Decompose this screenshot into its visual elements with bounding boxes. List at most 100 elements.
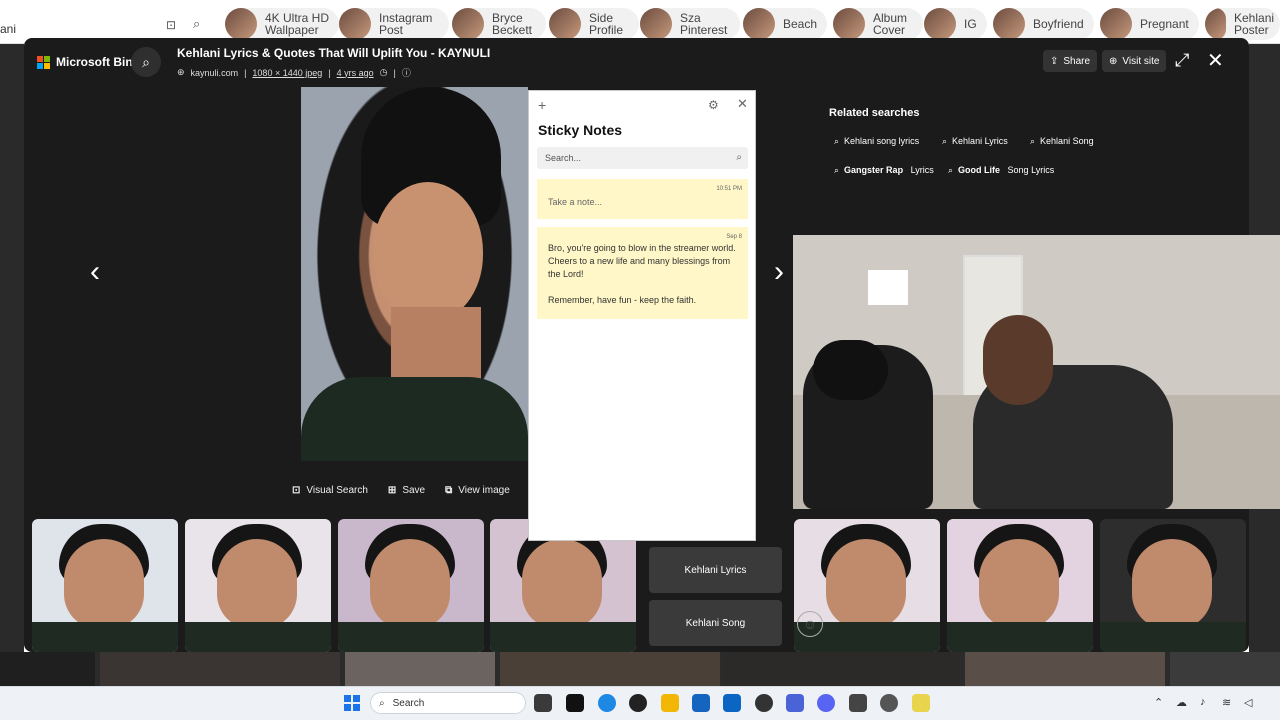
fullscreen-icon[interactable]: ⤢ [1175,50,1189,71]
close-icon[interactable]: ✕ [737,96,748,112]
volume-icon[interactable]: ◁ [1244,696,1252,709]
app-z-icon[interactable] [849,694,867,712]
visual-search-label: Visual Search [306,485,368,496]
related-search-bold: Gangster Rap [844,165,904,175]
note-date: 10:51 PM [716,186,742,192]
sticky-notes-icon[interactable] [912,694,930,712]
windows-start-icon[interactable] [344,695,360,711]
note-text: Remember, have fun - keep the faith. [548,295,697,305]
note-card[interactable]: Sep 8 Bro, you're going to blow in the s… [537,227,748,319]
visit-site-button[interactable]: ⊕ Visit site [1102,50,1167,72]
related-search-item[interactable]: ⌕ Kehlani song lyrics [828,130,925,152]
category-chip[interactable]: IG [924,8,987,40]
cloud-icon[interactable]: ☁ [1176,696,1187,709]
app-g-icon[interactable] [629,694,647,712]
previous-arrow-icon[interactable]: ‹ [90,255,100,289]
bing-logo[interactable]: Microsoft Bing [37,55,140,69]
note-text: Take a note... [548,197,603,207]
globe-icon: ⊕ [1109,55,1118,67]
chip-label: Instagram Post [379,11,433,37]
share-label: Share [1063,55,1091,67]
taskbar-search[interactable]: ⌕ Search [370,692,526,714]
category-chip[interactable]: Kehlani Poster [1205,8,1280,40]
sticky-notes-window: + ⚙ ✕ Sticky Notes Search... ⌕ 10:51 PM … [528,90,756,541]
search-icon: ⌕ [142,53,150,70]
related-search-label: Song Lyrics [1005,165,1055,175]
note-text: Bro, you're going to blow in the streame… [548,243,736,279]
viewer-search-button[interactable]: ⌕ [131,47,161,77]
chip-label: 4K Ultra HD Wallpaper [265,11,330,37]
outlook-icon[interactable] [723,694,741,712]
related-tag-thumbnail[interactable]: Kehlani Song [649,600,782,646]
category-chip[interactable]: Beach [743,8,828,40]
microphone-icon[interactable]: ♪ [1200,696,1206,708]
background-page-left [0,44,24,652]
chip-thumbnail [452,8,484,40]
related-search-item[interactable]: ⌕ Kehlani Lyrics [936,130,1014,152]
gear-icon[interactable]: ⚙ [708,98,719,112]
search-icon[interactable]: ⌕ [193,16,200,32]
thumbnail[interactable] [32,519,178,652]
related-search-item[interactable]: ⌕ Gangster Rap Lyrics [828,159,940,181]
wifi-icon[interactable]: ≋ [1222,696,1231,709]
close-icon[interactable]: ✕ [1207,48,1224,73]
task-view-icon[interactable] [534,694,552,712]
category-chip[interactable]: Album Cover [833,8,923,40]
category-chip[interactable]: Pregnant [1100,8,1199,40]
tiktok-icon[interactable] [566,694,584,712]
category-chip[interactable]: Side Profile [549,8,639,40]
thumbnail[interactable] [338,519,484,652]
category-chip[interactable]: Sza Pinterest [640,8,740,40]
sticky-notes-title: Sticky Notes [538,122,623,138]
discord-icon[interactable] [817,694,835,712]
image-actions: ⊡ Visual Search ⊞ Save ⧉ View image [292,485,510,496]
info-icon[interactable]: ⓘ [402,66,411,79]
brand-name: Microsoft Bing [56,55,140,69]
category-chip[interactable]: Instagram Post [339,8,449,40]
source-link[interactable]: kaynuli.com [191,68,239,78]
visual-search-icon[interactable]: ⊡ [166,18,176,32]
chip-label: Kehlani Poster [1234,11,1275,37]
chip-label: Bryce Beckett [492,11,533,37]
thumbnail[interactable] [947,519,1093,652]
share-button[interactable]: ⇪ Share [1043,50,1098,72]
visual-search-icon: ⊡ [292,485,301,496]
visual-search-button[interactable]: ⊡ Visual Search [292,485,368,496]
chip-label: Pregnant [1140,17,1189,31]
category-chip[interactable]: Bryce Beckett [452,8,546,40]
search-icon: ⌕ [1030,135,1036,146]
next-arrow-icon[interactable]: › [774,255,784,289]
chip-thumbnail [549,8,581,40]
smiley-icon: ☺ [797,611,823,637]
chip-thumbnail [1205,8,1226,40]
chip-label: Album Cover [873,11,908,37]
tray-chevron-icon[interactable]: ⌃ [1154,696,1163,709]
edge-icon[interactable] [598,694,616,712]
related-search-item[interactable]: ⌕ Kehlani Song [1024,130,1100,152]
main-image[interactable] [301,87,528,461]
search-icon: ⌕ [379,697,385,709]
app-a-icon[interactable] [786,694,804,712]
related-tag-thumbnail[interactable]: Kehlani Lyrics [649,547,782,593]
category-chip[interactable]: Boyfriend [993,8,1094,40]
dimensions-link[interactable]: 1080 × 1440 jpeg [252,68,322,78]
file-explorer-icon[interactable] [661,694,679,712]
age-link[interactable]: 4 yrs ago [337,68,374,78]
search-icon: ⌕ [834,164,840,175]
chip-label: Side Profile [589,11,624,37]
obs-icon[interactable] [880,694,898,712]
image-title[interactable]: Kehlani Lyrics & Quotes That Will Uplift… [177,46,490,60]
notes-search-input[interactable]: Search... ⌕ [537,147,748,169]
chatgpt-icon[interactable] [755,694,773,712]
related-search-item[interactable]: ⌕ Good Life Song Lyrics [942,159,1060,181]
view-image-icon: ⧉ [445,485,453,496]
note-card[interactable]: 10:51 PM Take a note... [537,179,748,219]
store-icon[interactable] [692,694,710,712]
add-note-icon[interactable]: + [538,97,546,113]
save-button[interactable]: ⊞ Save [388,485,425,496]
globe-icon: ⊕ [177,67,185,77]
thumbnail[interactable] [185,519,331,652]
category-chip[interactable]: 4K Ultra HD Wallpaper [225,8,339,40]
view-image-button[interactable]: ⧉ View image [445,485,510,496]
thumbnail[interactable] [1100,519,1246,652]
